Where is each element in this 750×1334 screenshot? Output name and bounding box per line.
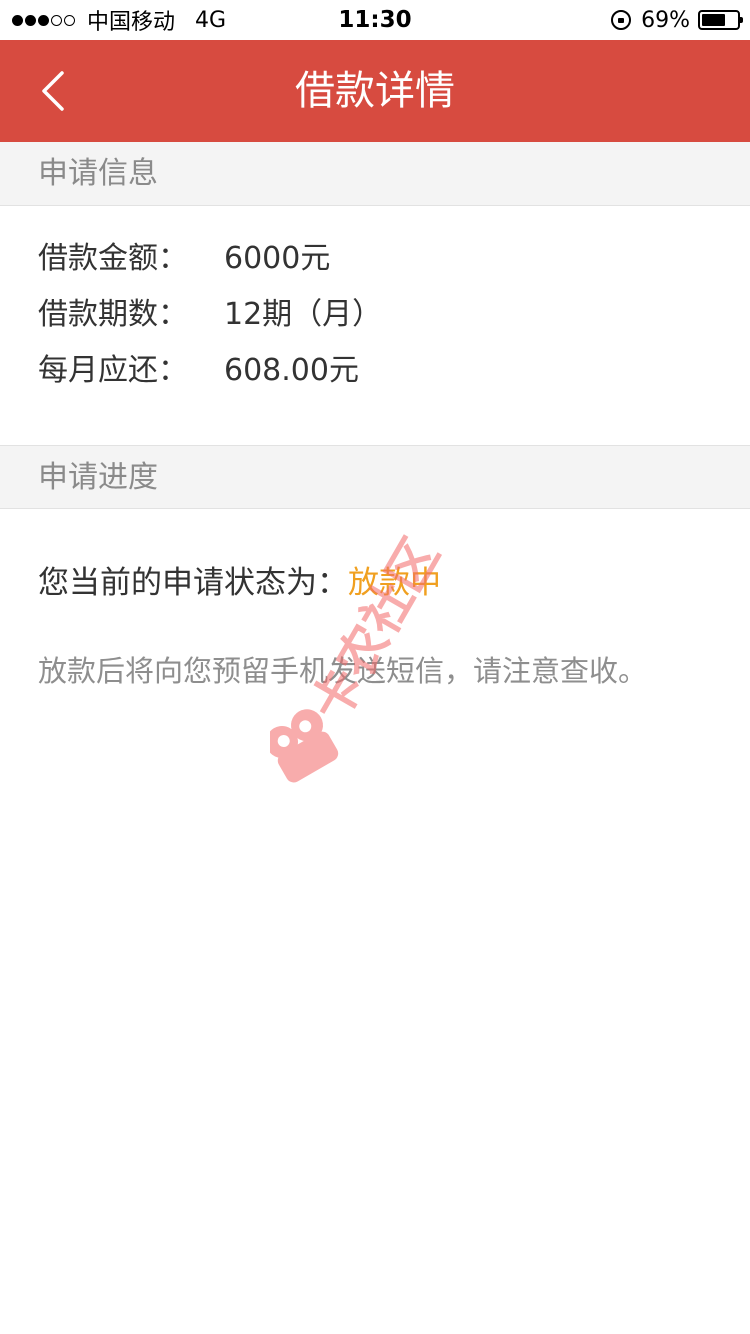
info-value: 608.00元 xyxy=(224,353,359,388)
back-button[interactable] xyxy=(28,66,78,116)
chevron-left-icon xyxy=(42,71,64,111)
info-row-loan-amount: 借款金额： 6000元 xyxy=(38,234,330,284)
battery-percentage: 69% xyxy=(641,7,690,33)
battery-icon xyxy=(698,10,743,30)
sms-notice: 放款后将向您预留手机发送短信，请注意查收。 xyxy=(38,654,648,688)
network-type: 4G xyxy=(195,7,227,33)
info-key: 每月应还： xyxy=(38,353,188,388)
section-label: 申请进度 xyxy=(38,460,158,495)
signal-strength-icon xyxy=(12,14,77,26)
signal-dot xyxy=(51,14,62,26)
status-badge: 放款中 xyxy=(348,565,441,601)
application-status: 您当前的申请状态为：放款中 xyxy=(38,558,441,608)
battery-level-fill xyxy=(702,14,726,26)
signal-dot xyxy=(64,14,75,26)
nav-bar: 借款详情 xyxy=(0,40,750,142)
section-header-application-progress: 申请进度 xyxy=(0,445,750,509)
info-row-loan-periods: 借款期数： 12期（月） xyxy=(38,290,382,340)
info-value: 12期（月） xyxy=(224,297,383,332)
rotation-lock-icon xyxy=(611,10,632,30)
page-title: 借款详情 xyxy=(295,68,455,114)
watermark-mark-icon xyxy=(270,709,339,783)
signal-dot xyxy=(38,14,49,26)
status-bar: 中国移动 4G 11:30 69% xyxy=(0,0,750,40)
status-right: 69% xyxy=(611,0,743,40)
signal-dot xyxy=(25,14,36,26)
signal-dot xyxy=(12,14,23,26)
section-label: 申请信息 xyxy=(38,156,158,191)
carrier-name: 中国移动 xyxy=(87,10,176,35)
info-row-monthly-repayment: 每月应还： 608.00元 xyxy=(38,346,359,396)
info-value: 6000元 xyxy=(224,241,331,276)
info-key: 借款期数： xyxy=(38,297,188,332)
info-key: 借款金额： xyxy=(38,241,188,276)
section-header-application-info: 申请信息 xyxy=(0,142,750,206)
status-prefix: 您当前的申请状态为： xyxy=(38,565,348,601)
status-left: 中国移动 4G xyxy=(12,0,226,40)
